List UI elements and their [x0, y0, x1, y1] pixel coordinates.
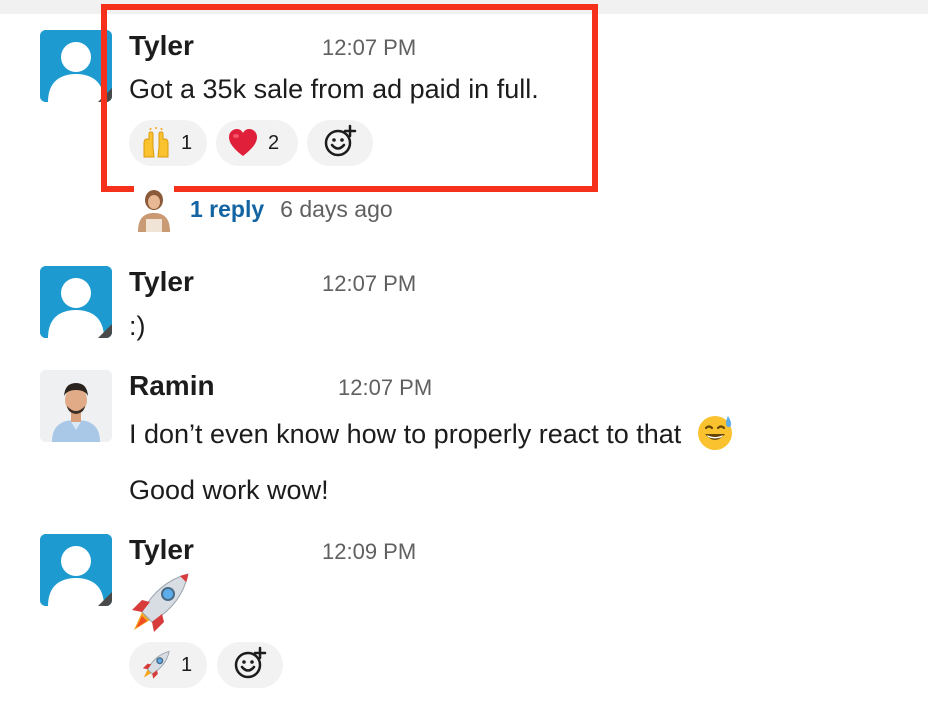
avatar-tyler[interactable] — [40, 266, 112, 338]
sweat-smile-emoji — [695, 412, 735, 460]
message-text: I don’t even know how to properly react … — [129, 412, 735, 460]
reaction-rocket[interactable]: 1 — [129, 642, 207, 688]
thread-replies-link[interactable]: 1 reply — [190, 196, 264, 223]
message-text-content: I don’t even know how to properly react … — [129, 419, 682, 450]
avatar-tyler[interactable] — [40, 534, 112, 606]
add-reaction-button[interactable] — [217, 642, 283, 688]
rocket-icon — [128, 572, 192, 639]
thread-reply-bar[interactable]: 1 reply 6 days ago — [134, 186, 393, 232]
reply-user-avatar — [134, 186, 174, 232]
message-timestamp[interactable]: 12:09 PM — [322, 538, 416, 566]
author-name[interactable]: Tyler — [129, 534, 194, 566]
message-timestamp[interactable]: 12:07 PM — [338, 374, 432, 402]
message-text: :) — [129, 311, 146, 341]
message-text-secondary: Good work wow! — [129, 475, 329, 505]
avatar-ramin[interactable] — [40, 370, 112, 442]
thread-last-reply-time: 6 days ago — [280, 195, 393, 222]
message-timestamp[interactable]: 12:07 PM — [322, 270, 416, 298]
reaction-count: 1 — [181, 653, 193, 676]
highlight-box — [101, 4, 598, 192]
add-emoji-icon — [233, 646, 267, 685]
author-name[interactable]: Ramin — [129, 370, 215, 402]
author-name[interactable]: Tyler — [129, 266, 194, 298]
rocket-reaction-icon — [139, 648, 173, 682]
